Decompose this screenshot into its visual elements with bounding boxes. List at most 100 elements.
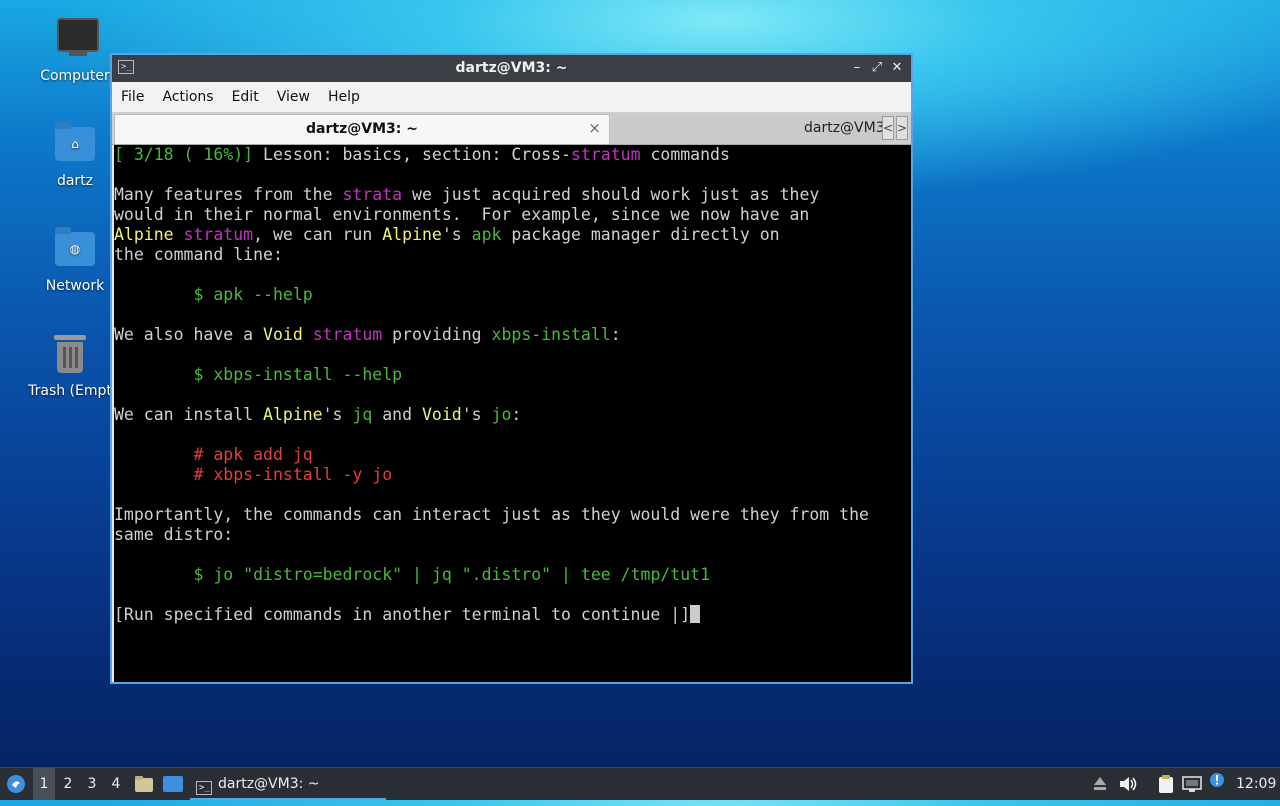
taskbar-task-terminal[interactable]: >_ dartz@VM3: ~ (190, 768, 386, 800)
workspace-1[interactable]: 1 (33, 768, 55, 800)
terminal-text: package manager directly on (501, 225, 780, 244)
terminal-line: Many features from the strata we just ac… (114, 185, 911, 205)
menu-file[interactable]: File (112, 82, 153, 112)
terminal-text: [ 3/18 ( 16%)] (114, 145, 254, 164)
terminal-text: we just acquired should work just as the… (402, 185, 820, 204)
terminal-text: We also have a (114, 325, 264, 344)
terminal-text: commands (640, 145, 730, 164)
tab-scroll-right-button[interactable]: > (896, 116, 908, 140)
terminal-icon: >_ (196, 781, 212, 795)
workspace-2[interactable]: 2 (57, 768, 79, 800)
terminal-text: 's (322, 405, 353, 424)
clipboard-icon (1159, 775, 1173, 793)
terminal-text: Alpine (263, 405, 323, 424)
desktop-icon-trash[interactable]: Trash (Empt (25, 331, 115, 399)
terminal-text: 's (441, 225, 472, 244)
notification-icon (1210, 773, 1224, 787)
terminal-line: [Run specified commands in another termi… (114, 605, 911, 625)
terminal-text: apk (471, 225, 502, 244)
eject-icon (1094, 777, 1106, 790)
maximize-button[interactable]: ⤢ (869, 59, 885, 77)
terminal-text: Void (421, 405, 462, 424)
terminal-text: providing (382, 325, 492, 344)
menu-view[interactable]: View (268, 82, 319, 112)
terminal-text: jq (352, 405, 373, 424)
tab-label: dartz@VM3: ~ (804, 120, 882, 136)
terminal-window[interactable]: >_ dartz@VM3: ~ – ⤢ ✕ File Actions Edit Vie… (110, 53, 913, 684)
minimize-button[interactable]: – (849, 59, 865, 77)
trash-icon (46, 331, 94, 379)
task-label: dartz@VM3: ~ (218, 776, 320, 792)
terminal-line: [ 3/18 ( 16%)] Lesson: basics, section: … (114, 145, 911, 165)
tab-label: dartz@VM3: ~ (306, 121, 418, 137)
distro-logo-icon (7, 775, 25, 793)
terminal-text: jo (491, 405, 512, 424)
volume-button[interactable] (1117, 768, 1139, 800)
clipboard-button[interactable] (1155, 768, 1177, 800)
show-desktop-icon (163, 776, 183, 792)
window-titlebar[interactable]: >_ dartz@VM3: ~ – ⤢ ✕ (112, 55, 911, 82)
terminal-text: Alpine (382, 225, 442, 244)
terminal-text: [Run specified commands in another termi… (114, 605, 691, 624)
terminal-text: same distro: (114, 525, 234, 544)
clock[interactable]: 12:09 (1236, 768, 1276, 800)
menu-help[interactable]: Help (319, 82, 369, 112)
show-desktop-launcher[interactable] (161, 768, 185, 800)
terminal-text: : (610, 325, 621, 344)
terminal-text: stratum (183, 225, 254, 244)
desktop-icon-label: Trash (Empt (28, 383, 112, 399)
tab-close-button[interactable]: × (588, 119, 601, 137)
terminal-line: # xbps-install -y jo (114, 465, 911, 485)
terminal-text: stratum (570, 145, 641, 164)
terminal-output[interactable]: [ 3/18 ( 16%)] Lesson: basics, section: … (114, 145, 911, 682)
terminal-line: $ apk --help (114, 285, 911, 305)
terminal-line: # apk add jq (114, 445, 911, 465)
home-folder-icon: ⌂ (51, 121, 99, 169)
notification-button[interactable] (1207, 768, 1227, 800)
workspace-4[interactable]: 4 (105, 768, 127, 800)
computer-icon (51, 16, 99, 64)
eject-button[interactable] (1090, 768, 1110, 800)
window-title: dartz@VM3: ~ (455, 60, 568, 76)
app-menu-button[interactable] (2, 768, 30, 800)
network-icon (1182, 776, 1202, 792)
terminal-text: $ apk --help (193, 285, 313, 304)
tab-active[interactable]: dartz@VM3: ~ × (114, 114, 610, 144)
terminal-text: # apk add jq (193, 445, 313, 464)
terminal-text: strata (342, 185, 403, 204)
terminal-line: We also have a Void stratum providing xb… (114, 325, 911, 345)
menu-bar: File Actions Edit View Help (112, 82, 911, 112)
taskbar: 1 2 3 4 >_ dartz@VM3: ~ 12:09 (0, 767, 1280, 800)
terminal-text: Lesson: basics, section: Cross- (253, 145, 571, 164)
menu-actions[interactable]: Actions (153, 82, 222, 112)
terminal-text: and (372, 405, 422, 424)
menu-edit[interactable]: Edit (223, 82, 268, 112)
terminal-text: the command line: (114, 245, 283, 264)
file-manager-icon (135, 776, 153, 792)
terminal-text: $ jo "distro=bedrock" | jq ".distro" | t… (193, 565, 711, 584)
terminal-text: Alpine (114, 225, 174, 244)
terminal-text: , we can run (253, 225, 383, 244)
terminal-text: We can install (114, 405, 264, 424)
tab-inactive[interactable]: dartz@VM3: ~ (612, 114, 882, 144)
terminal-text: Void (263, 325, 303, 344)
terminal-text: : (511, 405, 522, 424)
terminal-text: # xbps-install -y jo (193, 465, 393, 484)
terminal-text: $ xbps-install --help (193, 365, 403, 384)
terminal-line: Importantly, the commands can interact j… (114, 505, 911, 525)
file-manager-launcher[interactable] (133, 768, 155, 800)
network-button[interactable] (1181, 768, 1203, 800)
close-button[interactable]: ✕ (889, 59, 905, 77)
workspace-3[interactable]: 3 (81, 768, 103, 800)
tab-scroll-left-button[interactable]: < (882, 116, 894, 140)
terminal-text: 's (461, 405, 492, 424)
